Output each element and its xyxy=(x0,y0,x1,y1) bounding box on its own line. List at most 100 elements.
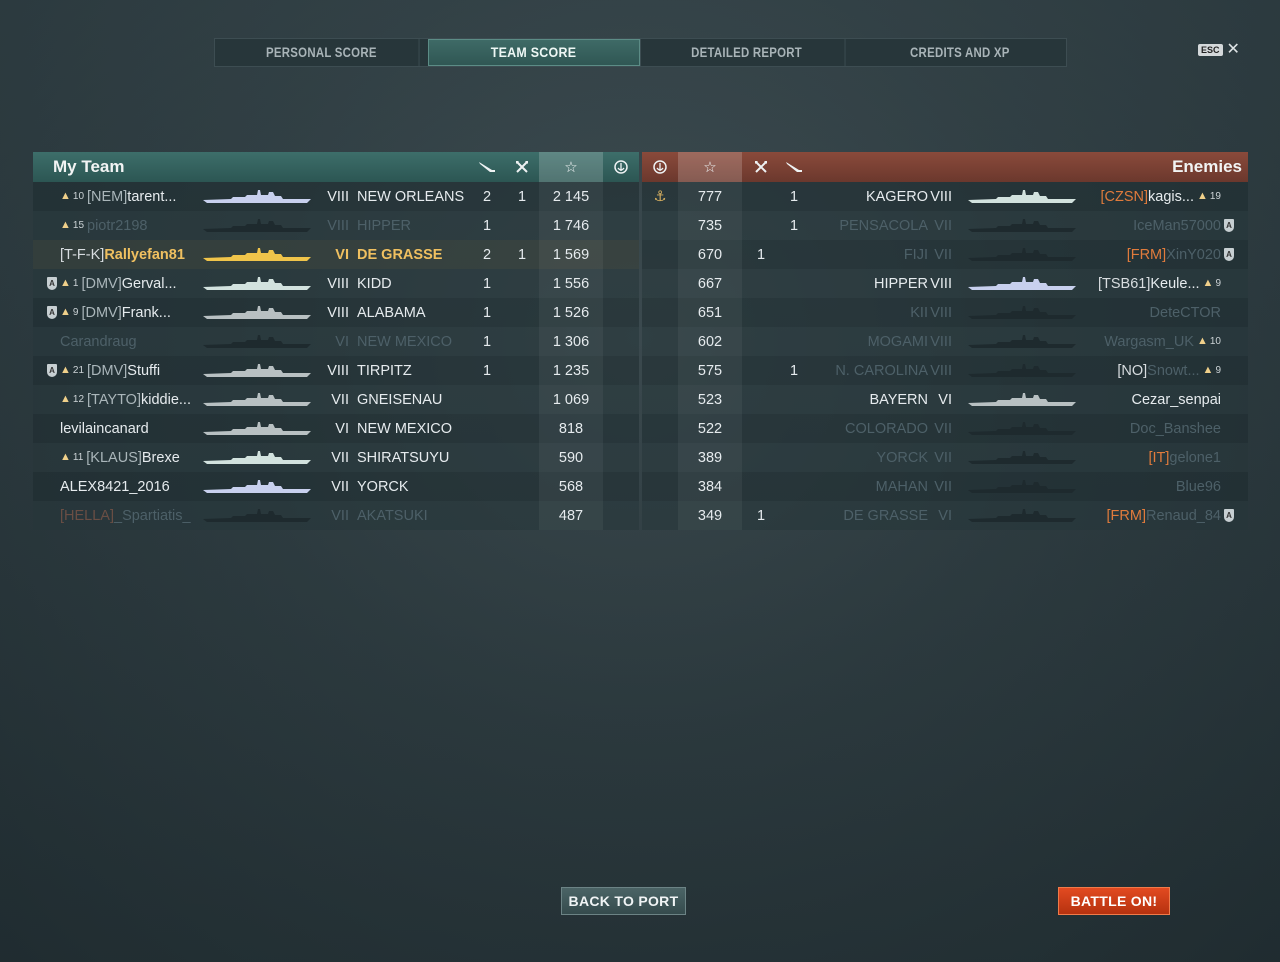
ship-name: YORCK xyxy=(876,449,928,466)
table-row[interactable]: [HELLA]_Spartiatis_ VII AKATSUKI 487 xyxy=(33,501,639,530)
ships-destroyed xyxy=(746,443,776,472)
ships-destroyed xyxy=(507,327,537,356)
tab-credits-and-xp[interactable]: CREDITS AND XP xyxy=(862,39,1057,66)
table-row[interactable]: 523 BAYERN VI Cezar_senpai xyxy=(642,385,1248,414)
clan-tag: [KLAUS] xyxy=(86,449,142,466)
planes-shot-icon[interactable] xyxy=(780,152,808,182)
table-row[interactable]: 735 1 PENSACOLA VII IceMan57000 A xyxy=(642,211,1248,240)
ships-destroyed xyxy=(507,356,537,385)
ship-name: ALABAMA xyxy=(357,304,426,321)
player-name: DeteCTOR xyxy=(1150,305,1221,321)
table-row[interactable]: ▲ 12 [TAYTO]kiddie... VII GNEISENAU 1 069 xyxy=(33,385,639,414)
ship-cell xyxy=(968,385,1076,414)
base-points xyxy=(607,269,635,298)
battle-on-button[interactable]: BATTLE ON! xyxy=(1058,887,1170,915)
ship-cell xyxy=(968,443,1076,472)
score-value: 389 xyxy=(697,449,723,466)
player-name: Cezar_senpai xyxy=(1132,392,1221,408)
player-nick: Keule... xyxy=(1150,275,1200,292)
table-row[interactable]: 651 KII VIII DeteCTOR xyxy=(642,298,1248,327)
ships-destroyed-icon[interactable] xyxy=(746,152,776,182)
table-row[interactable]: A ▲ 1 [DMV]Gerval... VIII KIDD 1 1 556 xyxy=(33,269,639,298)
score-value: 818 xyxy=(558,420,584,437)
base-xp-star-icon[interactable]: ☆ xyxy=(678,152,742,182)
table-row[interactable]: ▲ 11 [KLAUS]Brexe VII SHIRATSUYU 590 xyxy=(33,443,639,472)
ships-destroyed xyxy=(746,356,776,385)
table-row[interactable]: Carandraug VI NEW MEXICO 1 1 306 xyxy=(33,327,639,356)
table-row[interactable]: ⚓ 777 1 KAGERO VIII [CZSN]kagis... ▲ 19 xyxy=(642,182,1248,211)
ship-cell xyxy=(203,211,311,240)
table-row[interactable]: ▲ 10 [NEM]tarent... VIII NEW ORLEANS 2 1 2 145 xyxy=(33,182,639,211)
base-points xyxy=(607,182,635,211)
planes-shot xyxy=(780,327,808,356)
rank-badge: ▲ 12 xyxy=(60,393,84,406)
planes-shot: 1 xyxy=(482,304,492,321)
ship-cell xyxy=(968,327,1076,356)
ship-name: KIDD xyxy=(357,275,392,292)
player-cell: A ▲ 1 [DMV]Gerval... xyxy=(47,269,205,298)
ship-tier: VIII xyxy=(930,188,952,205)
planes-shot-icon[interactable] xyxy=(473,152,501,182)
player-cell: Doc_Banshee xyxy=(1130,414,1234,443)
player-nick: kagis... xyxy=(1148,188,1194,205)
ship-cell xyxy=(968,182,1076,211)
table-row[interactable]: [T-F-K]Rallyefan81 VI DE GRASSE 2 1 1 569 xyxy=(33,240,639,269)
table-row[interactable]: 389 YORCK VII [IT]gelone1 xyxy=(642,443,1248,472)
table-row[interactable]: 349 1 DE GRASSE VI [FRM]Renaud_84 A xyxy=(642,501,1248,530)
rank-badge: ▲ 9 xyxy=(60,306,78,319)
table-row[interactable]: 667 HIPPER VIII [TSB61]Keule... ▲ 9 xyxy=(642,269,1248,298)
base-xp-star-icon[interactable]: ☆ xyxy=(539,152,603,182)
base-points xyxy=(607,414,635,443)
base-capture-icon[interactable] xyxy=(607,152,635,182)
table-row[interactable]: 384 MAHAN VII Blue96 xyxy=(642,472,1248,501)
table-row[interactable]: A ▲ 9 [DMV]Frank... VIII ALABAMA 1 1 526 xyxy=(33,298,639,327)
tab-detailed-report[interactable]: DETAILED REPORT xyxy=(650,39,846,66)
planes-shot xyxy=(780,472,808,501)
table-row[interactable]: levilaincanard VI NEW MEXICO 818 xyxy=(33,414,639,443)
player-name: Wargasm_UK xyxy=(1104,334,1194,350)
planes-shot: 1 xyxy=(789,188,799,205)
ship-cell xyxy=(203,356,311,385)
player-name: [KLAUS]Brexe xyxy=(86,450,180,466)
clan-tag: [DMV] xyxy=(87,362,128,379)
table-row[interactable]: ▲ 15 piotr2198 VIII HIPPER 1 1 746 xyxy=(33,211,639,240)
base-capture-icon[interactable] xyxy=(646,152,674,182)
ship-tier: VII xyxy=(934,449,952,466)
table-row[interactable]: 602 MOGAMI VIII Wargasm_UK ▲ 10 xyxy=(642,327,1248,356)
table-row[interactable]: 575 1 N. CAROLINA VIII [NO]Snowt... ▲ 9 xyxy=(642,356,1248,385)
ship-silhouette-icon xyxy=(968,363,1076,377)
player-nick: ALEX8421_2016 xyxy=(60,478,170,495)
planes-shot: 1 xyxy=(789,362,799,379)
rank-chevron-icon: ▲ xyxy=(1196,335,1208,347)
player-cell: ▲ 15 piotr2198 xyxy=(47,211,205,240)
clan-tag: [DMV] xyxy=(81,275,122,292)
ships-destroyed xyxy=(746,182,776,211)
table-row[interactable]: A ▲ 21 [DMV]Stuffi VIII TIRPITZ 1 1 235 xyxy=(33,356,639,385)
player-name: Doc_Banshee xyxy=(1130,421,1221,437)
ship-silhouette-icon xyxy=(203,305,311,319)
tab-personal-score[interactable]: PERSONAL SCORE xyxy=(224,39,420,66)
player-cell: A ▲ 9 [DMV]Frank... xyxy=(47,298,205,327)
ships-destroyed-icon[interactable] xyxy=(507,152,537,182)
enemies-panel: ☆ Enemies ⚓ 777 1 KAGERO VIII [CZSN]kagis... ▲… xyxy=(642,152,1248,530)
tab-team-score[interactable]: TEAM SCORE xyxy=(428,39,641,66)
back-to-port-button[interactable]: BACK TO PORT xyxy=(561,887,686,915)
player-cell: ▲ 12 [TAYTO]kiddie... xyxy=(47,385,205,414)
ship-name: MAHAN xyxy=(875,478,928,495)
player-nick: Rallyefan81 xyxy=(104,246,185,263)
score-value: 1 306 xyxy=(552,333,590,350)
rank-chevron-icon: ▲ xyxy=(60,393,71,405)
rank-chevron-icon: ▲ xyxy=(60,306,71,318)
table-row[interactable]: 522 COLORADO VII Doc_Banshee xyxy=(642,414,1248,443)
close-button[interactable]: ESC ✕ xyxy=(1198,42,1240,58)
score-value: 735 xyxy=(697,217,723,234)
ship-name: BAYERN xyxy=(869,391,928,408)
rank-badge: ▲ 21 xyxy=(60,365,84,377)
ship-cell xyxy=(968,472,1076,501)
table-row[interactable]: ALEX8421_2016 VII YORCK 568 xyxy=(33,472,639,501)
rank-badge: ▲ 9 xyxy=(1203,278,1221,290)
ship-tier: VII xyxy=(934,478,952,495)
table-row[interactable]: 670 1 FIJI VII [FRM]XinY020 A xyxy=(642,240,1248,269)
enemies-list: ⚓ 777 1 KAGERO VIII [CZSN]kagis... ▲ 19 735 1 PENS… xyxy=(642,182,1248,530)
rank-badge: ▲ 10 xyxy=(60,191,84,203)
